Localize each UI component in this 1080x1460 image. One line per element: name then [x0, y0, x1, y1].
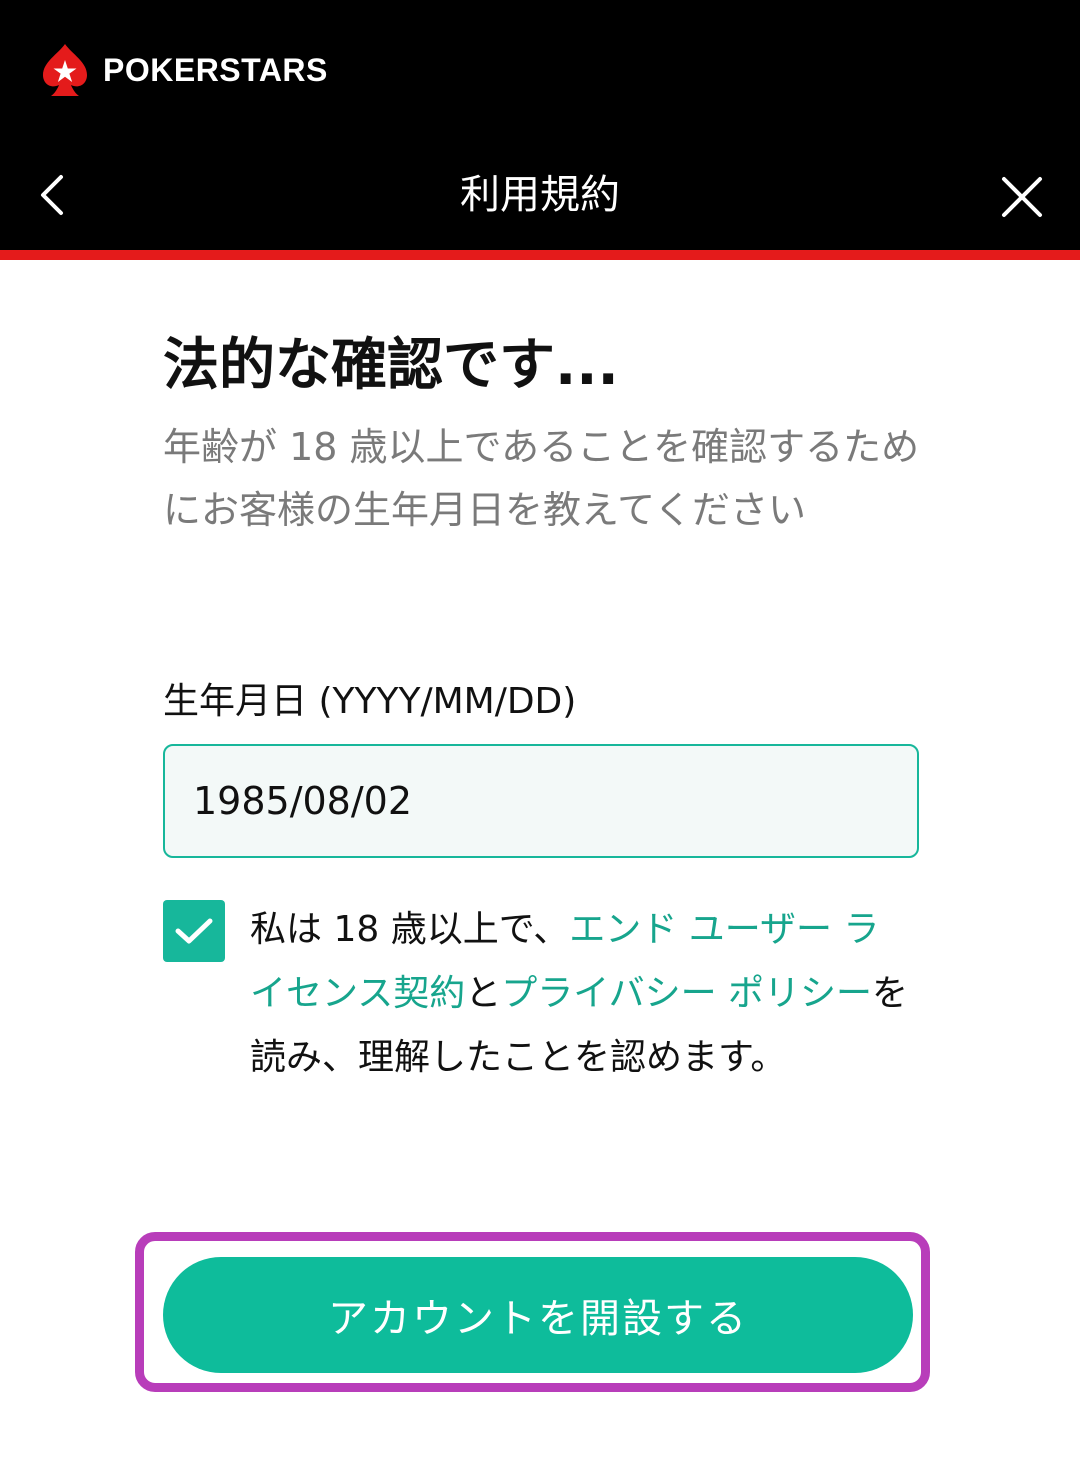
checkmark-icon	[175, 918, 213, 944]
dob-label: 生年月日 (YYYY/MM/DD)	[163, 681, 577, 722]
open-account-button[interactable]: アカウントを開設する	[163, 1257, 913, 1373]
privacy-policy-link[interactable]: プライバシー ポリシー	[501, 973, 872, 1014]
accent-divider	[0, 250, 1080, 260]
brand-bar: POKERSTARS	[0, 0, 1080, 140]
section-heading: 法的な確認です...	[163, 333, 619, 398]
consent-prefix: 私は 18 歳以上で、	[250, 909, 570, 950]
dob-input[interactable]	[163, 744, 919, 858]
chevron-left-icon	[41, 175, 63, 215]
spade-star-icon	[43, 44, 87, 96]
close-icon	[1002, 177, 1042, 217]
brand-name: POKERSTARS	[103, 52, 328, 88]
nav-bar: 利用規約	[0, 140, 1080, 250]
page-title: 利用規約	[460, 172, 620, 218]
back-button[interactable]	[22, 165, 82, 225]
close-button[interactable]	[990, 165, 1054, 229]
consent-checkbox[interactable]	[163, 900, 225, 962]
consent-text: 私は 18 歳以上で、エンド ユーザー ライセンス契約とプライバシー ポリシーを…	[250, 898, 910, 1090]
age-instructions: 年齢が 18 歳以上であることを確認するためにお客様の生年月日を教えてください	[163, 425, 920, 532]
consent-and: と	[465, 973, 502, 1014]
